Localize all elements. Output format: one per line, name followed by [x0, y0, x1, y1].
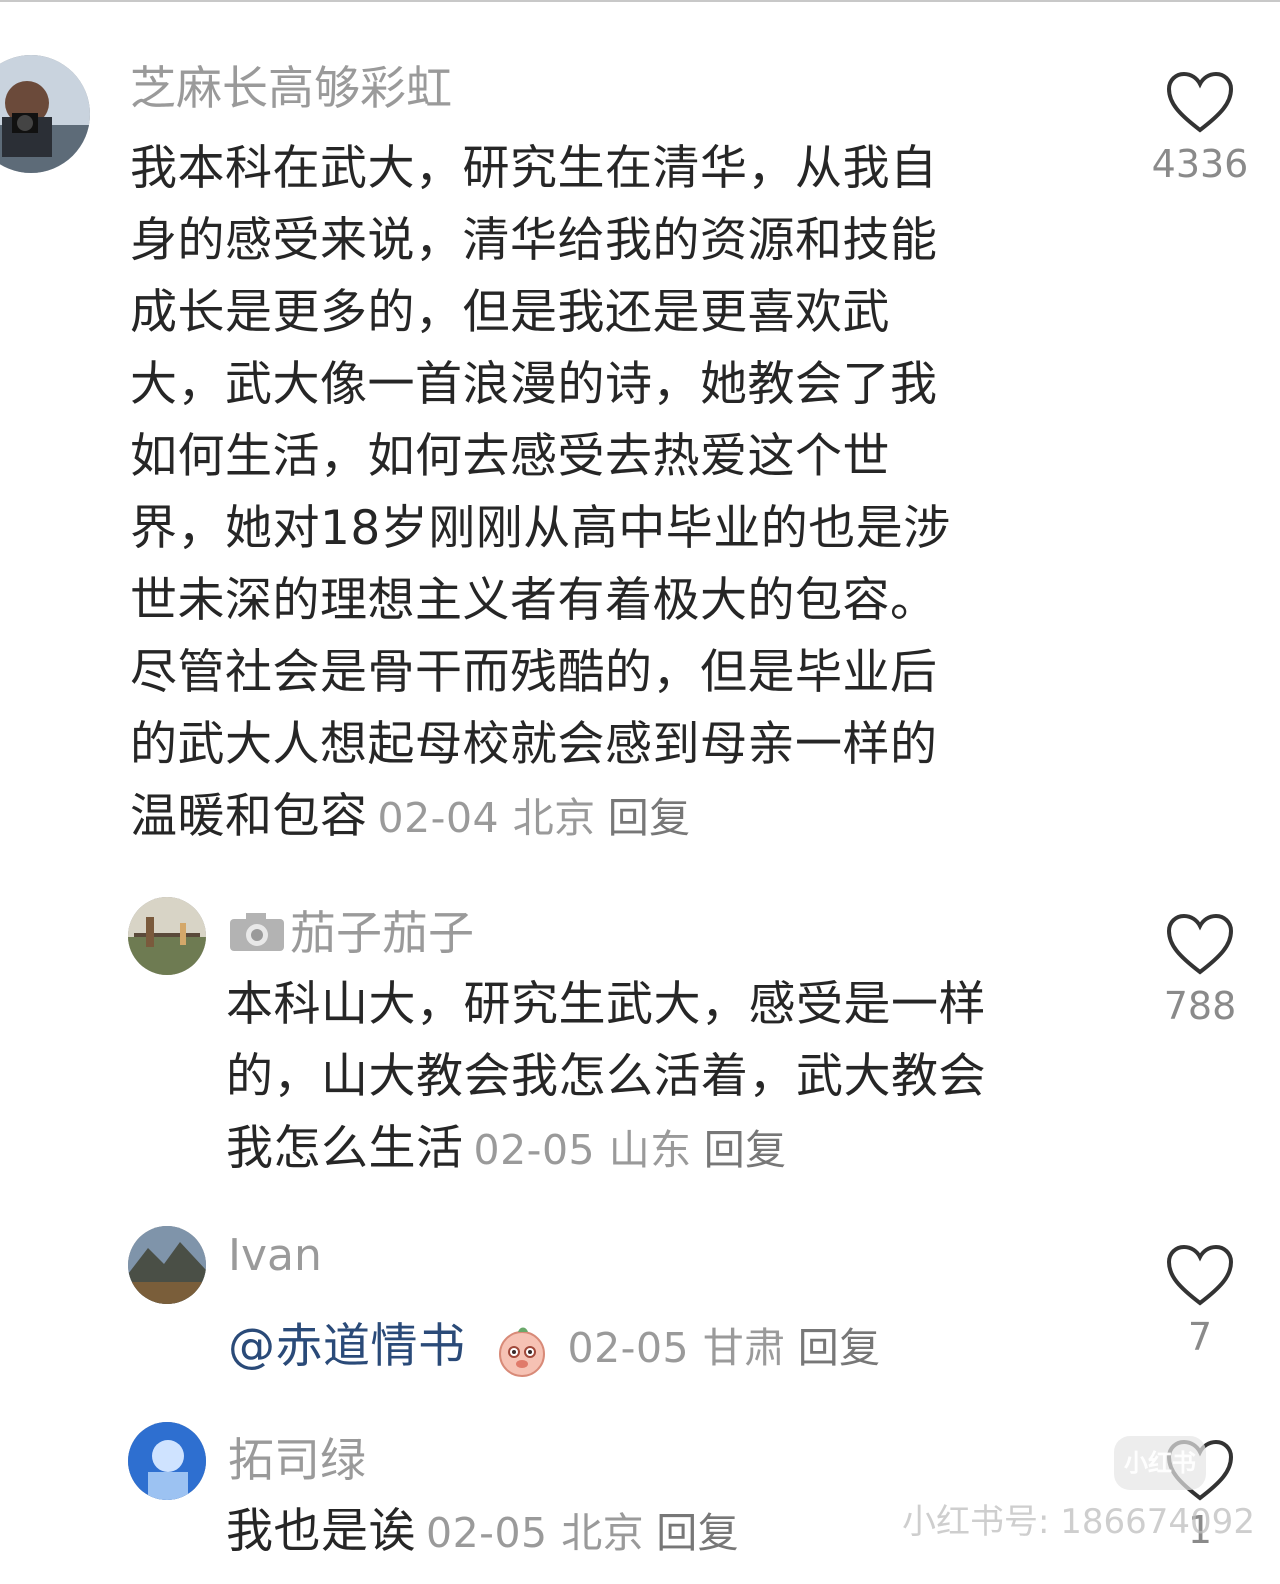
avatar[interactable] [128, 897, 206, 975]
comment-text: @赤道情书 02-05 甘肃 回复 [228, 1311, 881, 1384]
reply-button[interactable]: 回复 [608, 794, 691, 842]
watermark-text: 小红书号: 186674092 [902, 1502, 1255, 1542]
camera-icon [228, 910, 286, 964]
comment-username[interactable]: Ivan [228, 1230, 322, 1281]
comment-username[interactable]: 拓司绿 [228, 1424, 366, 1490]
like-count: 788 [1163, 984, 1237, 1028]
comment-meta: 02-05 甘肃 回复 [568, 1324, 881, 1372]
comment-meta: 02-04 北京 回复 [378, 794, 691, 842]
comment-line-last: 我怎么生活 02-05 山东 回复 [226, 1113, 986, 1186]
comment-location: 北京 [561, 1509, 645, 1557]
comment-line-last: 我也是诶 02-05 北京 回复 [226, 1496, 739, 1569]
comment-list: 芝麻长高够彩虹 我本科在武大，研究生在清华，从我自 身的感受来说，清华给我的资源… [0, 0, 1280, 1584]
comment-date: 02-05 [567, 1324, 690, 1372]
like-button[interactable]: 7 [1150, 1243, 1250, 1359]
avatar[interactable] [128, 1226, 206, 1304]
comment-text: 本科山大，研究生武大，感受是一样 的，山大教会我怎么活着，武大教会 我怎么生活 0… [226, 969, 986, 1186]
reply-button[interactable]: 回复 [798, 1324, 881, 1372]
like-count: 7 [1187, 1315, 1213, 1359]
heart-icon [1166, 71, 1234, 133]
comment-line: 界，她对18岁刚刚从高中毕业的也是涉 [130, 501, 951, 556]
comment-username[interactable]: 茄子茄子 [228, 897, 474, 964]
comment-location: 山东 [608, 1126, 692, 1174]
comment-line: 温暖和包容 [130, 789, 368, 844]
comment-line: 世未深的理想主义者有着极大的包容。 [130, 573, 938, 628]
comment-location: 北京 [512, 794, 596, 842]
emoji-sticker [494, 1322, 550, 1378]
comment-meta: 02-05 山东 回复 [474, 1126, 787, 1174]
comment-line: 如何生活，如何去感受去热爱这个世 [130, 429, 890, 484]
username-text: 茄子茄子 [290, 906, 474, 960]
comment-meta: 02-05 北京 回复 [426, 1509, 739, 1557]
comment-date: 02-05 [426, 1509, 548, 1557]
comment-username[interactable]: 芝麻长高够彩虹 [130, 52, 452, 118]
comment-line: 本科山大，研究生武大，感受是一样 [226, 977, 986, 1032]
heart-icon [1166, 913, 1234, 975]
comment-line: 尽管社会是骨干而残酷的，但是毕业后 [130, 645, 938, 700]
like-count: 4336 [1151, 142, 1249, 186]
watermark-logo: 小红书 [1114, 1436, 1206, 1490]
comment-line: 大，武大像一首浪漫的诗，她教会了我 [130, 357, 938, 412]
comment-line-last: 温暖和包容 02-04 北京 回复 [130, 781, 951, 854]
comment-line: 我本科在武大，研究生在清华，从我自 [130, 141, 938, 196]
comment-line: 的，山大教会我怎么活着，武大教会 [226, 1049, 986, 1104]
avatar[interactable] [128, 1422, 206, 1500]
comment-text: 我也是诶 02-05 北京 回复 [226, 1496, 739, 1569]
comment-line: 我也是诶 [226, 1504, 416, 1559]
comment-line-last: @赤道情书 02-05 甘肃 回复 [228, 1311, 881, 1384]
comment-line: 我怎么生活 [226, 1121, 464, 1176]
comment-line: 的武大人想起母校就会感到母亲一样的 [130, 717, 938, 772]
top-divider [0, 0, 1280, 2]
like-button[interactable]: 4336 [1150, 70, 1250, 186]
reply-button[interactable]: 回复 [704, 1126, 787, 1174]
mention-link[interactable]: @赤道情书 [228, 1319, 466, 1374]
avatar[interactable] [0, 55, 90, 173]
comment-location: 甘肃 [702, 1324, 786, 1372]
like-button[interactable]: 788 [1150, 912, 1250, 1028]
comment-line: 成长是更多的，但是我还是更喜欢武 [130, 285, 890, 340]
comment-date: 02-04 [377, 794, 500, 842]
comment-text: 我本科在武大，研究生在清华，从我自 身的感受来说，清华给我的资源和技能 成长是更… [130, 133, 951, 854]
comment-line: 身的感受来说，清华给我的资源和技能 [130, 213, 938, 268]
reply-button[interactable]: 回复 [656, 1509, 739, 1557]
comment-date: 02-05 [473, 1126, 596, 1174]
heart-icon [1166, 1244, 1234, 1306]
